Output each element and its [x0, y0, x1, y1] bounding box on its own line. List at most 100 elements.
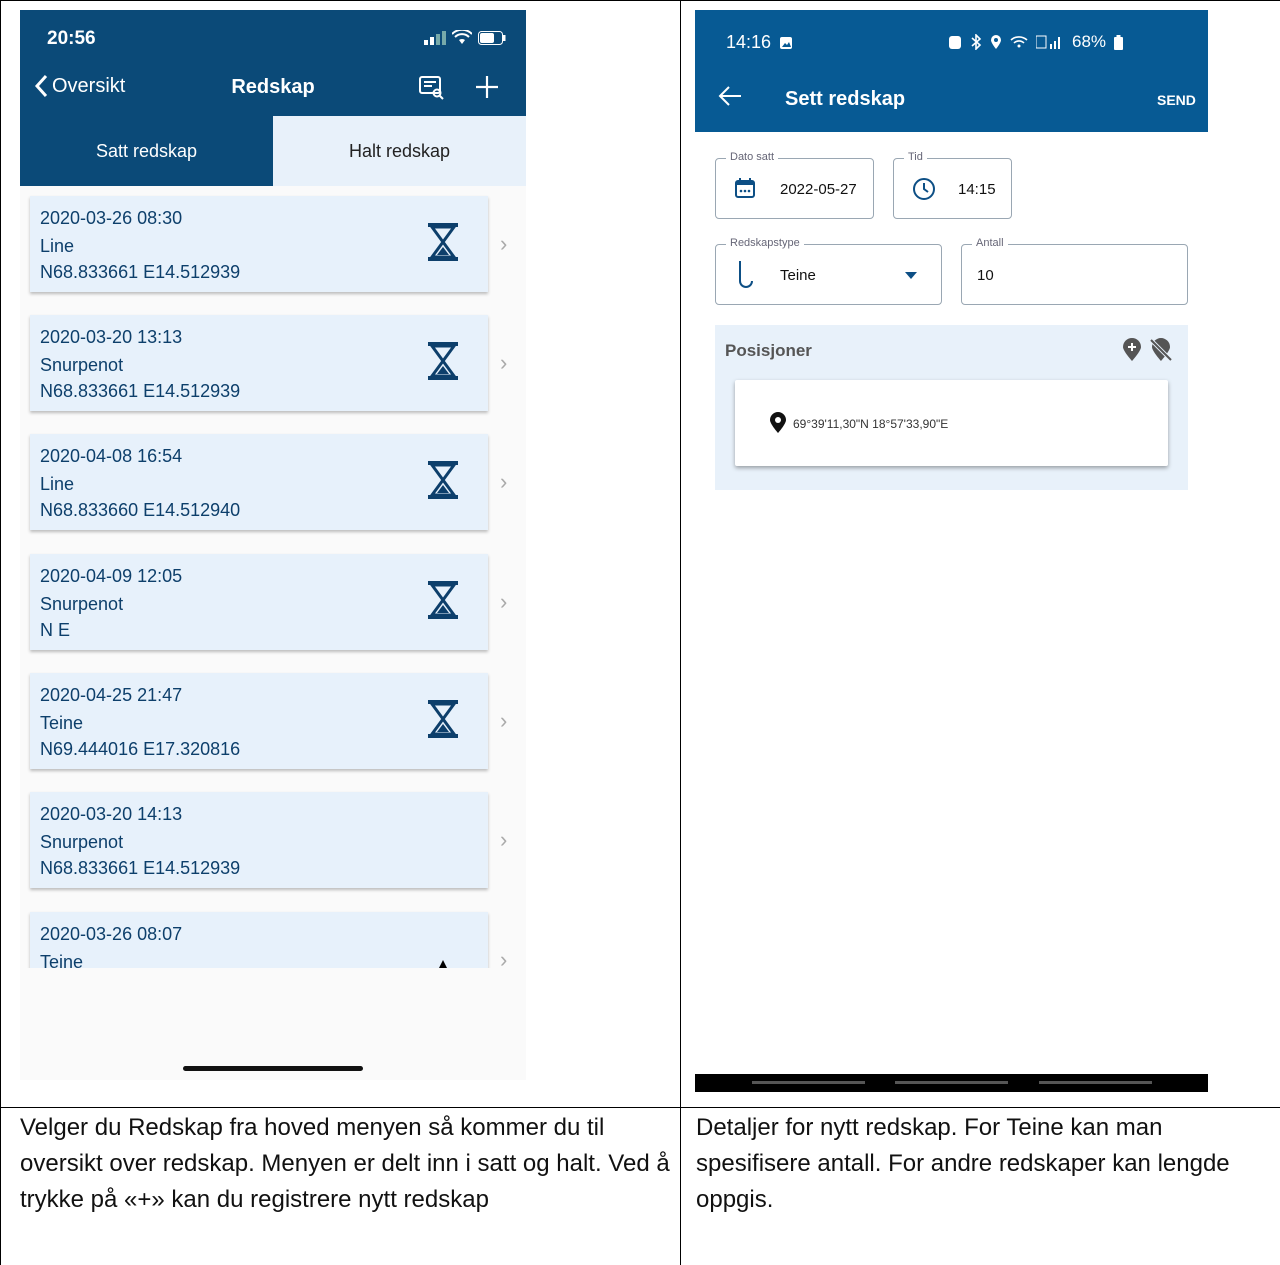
table-row-divider	[0, 1107, 1280, 1108]
chevron-right-icon: ›	[500, 231, 508, 256]
item-type: Line	[40, 236, 75, 256]
caption-left: Velger du Redskap fra hoved menyen så ko…	[20, 1114, 670, 1213]
table-border-top	[0, 0, 1280, 1]
status-time: 20:56	[47, 28, 96, 49]
android-header: 14:16 68% Sett redskap SEND	[695, 10, 1208, 132]
ios-screenshot: 20:56 Oversikt Redskap Satt redskap Halt…	[20, 10, 526, 1080]
dropdown-arrow-icon	[905, 272, 917, 279]
gear-type-select[interactable]: Redskapstype Teine	[715, 237, 942, 305]
list-search-icon[interactable]	[418, 74, 444, 100]
item-datetime: 2020-03-20 14:13	[40, 804, 183, 824]
item-datetime: 2020-03-26 08:30	[40, 208, 183, 228]
positions-panel: Posisjoner 69°39'11,30"N 18°57'33,90"E	[715, 325, 1188, 490]
table-column-divider	[680, 0, 681, 1265]
image-icon	[780, 36, 793, 49]
position-coordinates: 69°39'11,30"N 18°57'33,90"E	[793, 417, 949, 431]
wifi-icon	[452, 30, 472, 44]
calendar-icon	[735, 178, 755, 198]
list-item[interactable]: 2020-03-26 08:07 Teine	[30, 912, 488, 968]
list-item[interactable]: 2020-03-26 08:30 Line N68.833661 E14.512…	[30, 196, 488, 292]
item-type: Snurpenot	[40, 594, 124, 614]
item-type: Teine	[40, 952, 84, 968]
table-border-left	[0, 0, 1, 1265]
home-indicator	[183, 1066, 363, 1071]
item-coords: N68.833661 E14.512939	[40, 262, 241, 282]
hourglass-icon	[428, 700, 458, 738]
location-off-icon[interactable]	[1149, 338, 1173, 362]
hourglass-icon	[428, 223, 458, 261]
document-table: 20:56 Oversikt Redskap Satt redskap Halt…	[0, 0, 1280, 1265]
status-icons	[424, 30, 506, 45]
send-button[interactable]: SEND	[1157, 92, 1196, 108]
nav-segment	[895, 1081, 1008, 1084]
map-pin-icon	[770, 412, 786, 433]
item-type: Snurpenot	[40, 355, 124, 375]
status-time: 14:16	[726, 32, 772, 52]
page-title: Sett redskap	[785, 88, 906, 110]
item-datetime: 2020-03-20 13:13	[40, 327, 183, 347]
bluetooth-icon	[971, 34, 982, 50]
nav-bar: Oversikt Redskap	[20, 74, 526, 114]
arrow-left-icon[interactable]	[717, 84, 743, 108]
wifi-icon	[1010, 36, 1028, 48]
item-type: Teine	[40, 713, 84, 733]
list-item[interactable]: 2020-03-20 13:13 Snurpenot N68.833661 E1…	[30, 315, 488, 411]
segmented-tabs: Satt redskap Halt redskap	[20, 116, 526, 186]
item-datetime: 2020-03-26 08:07	[40, 924, 183, 944]
signal-icon	[1036, 35, 1060, 49]
gear-list: 2020-03-26 08:30 Line N68.833661 E14.512…	[20, 186, 526, 968]
ios-header: 20:56 Oversikt Redskap	[20, 10, 526, 116]
item-type: Snurpenot	[40, 832, 124, 852]
status-time-group: 14:16	[726, 32, 793, 53]
count-value: 10	[977, 267, 994, 284]
warning-icon	[439, 960, 447, 968]
count-field-label: Antall	[972, 237, 1008, 249]
list-item[interactable]: 2020-04-25 21:47 Teine N69.444016 E17.32…	[30, 673, 488, 769]
android-nav-bar	[695, 1074, 1208, 1092]
item-datetime: 2020-04-08 16:54	[40, 446, 183, 466]
caption-right: Detaljer for nytt redskap. For Teine kan…	[696, 1114, 1230, 1213]
alarm-icon	[949, 36, 961, 49]
status-icons: 68%	[948, 32, 1124, 52]
list-item[interactable]: 2020-04-08 16:54 Line N68.833660 E14.512…	[30, 434, 488, 530]
gear-type-label: Redskapstype	[726, 237, 804, 249]
nav-segment	[752, 1081, 865, 1084]
item-coords: N68.833660 E14.512940	[40, 500, 241, 520]
time-value: 14:15	[958, 181, 996, 198]
date-field[interactable]: Dato satt 2022-05-27	[715, 151, 874, 219]
tab-satt-redskap[interactable]: Satt redskap	[20, 116, 273, 186]
add-location-icon[interactable]	[1122, 338, 1142, 362]
add-icon[interactable]	[474, 74, 500, 100]
item-coords: N68.833661 E14.512939	[40, 381, 241, 401]
chevron-right-icon: ›	[500, 589, 508, 614]
tab-halt-redskap[interactable]: Halt redskap	[273, 116, 526, 186]
chevron-right-icon: ›	[500, 947, 508, 968]
item-datetime: 2020-04-25 21:47	[40, 685, 183, 705]
battery-percent: 68%	[1072, 32, 1107, 51]
item-coords: N69.444016 E17.320816	[40, 739, 241, 759]
chevron-right-icon: ›	[500, 708, 508, 733]
battery-icon	[1114, 34, 1124, 50]
gear-type-value: Teine	[780, 267, 816, 284]
location-icon	[991, 35, 1001, 49]
hourglass-icon	[428, 342, 458, 380]
date-value: 2022-05-27	[780, 181, 857, 198]
battery-icon	[478, 30, 506, 45]
hourglass-icon	[428, 461, 458, 499]
list-item[interactable]: 2020-04-09 12:05 Snurpenot N E	[30, 554, 488, 650]
chevron-right-icon: ›	[500, 350, 508, 375]
count-field[interactable]: Antall 10	[961, 237, 1188, 305]
signal-icon	[424, 30, 446, 45]
hook-icon	[739, 261, 753, 288]
list-item[interactable]: 2020-03-20 14:13 Snurpenot N68.833661 E1…	[30, 792, 488, 888]
clock-icon	[913, 178, 935, 200]
item-datetime: 2020-04-09 12:05	[40, 566, 183, 586]
position-item[interactable]: 69°39'11,30"N 18°57'33,90"E	[735, 380, 1168, 466]
item-coords: N E	[40, 620, 71, 640]
chevron-right-icon: ›	[500, 469, 508, 494]
time-field[interactable]: Tid 14:15	[893, 151, 1012, 219]
time-field-label: Tid	[904, 151, 927, 163]
nav-segment	[1039, 1081, 1152, 1084]
hourglass-icon	[428, 581, 458, 619]
date-field-label: Dato satt	[726, 151, 779, 163]
